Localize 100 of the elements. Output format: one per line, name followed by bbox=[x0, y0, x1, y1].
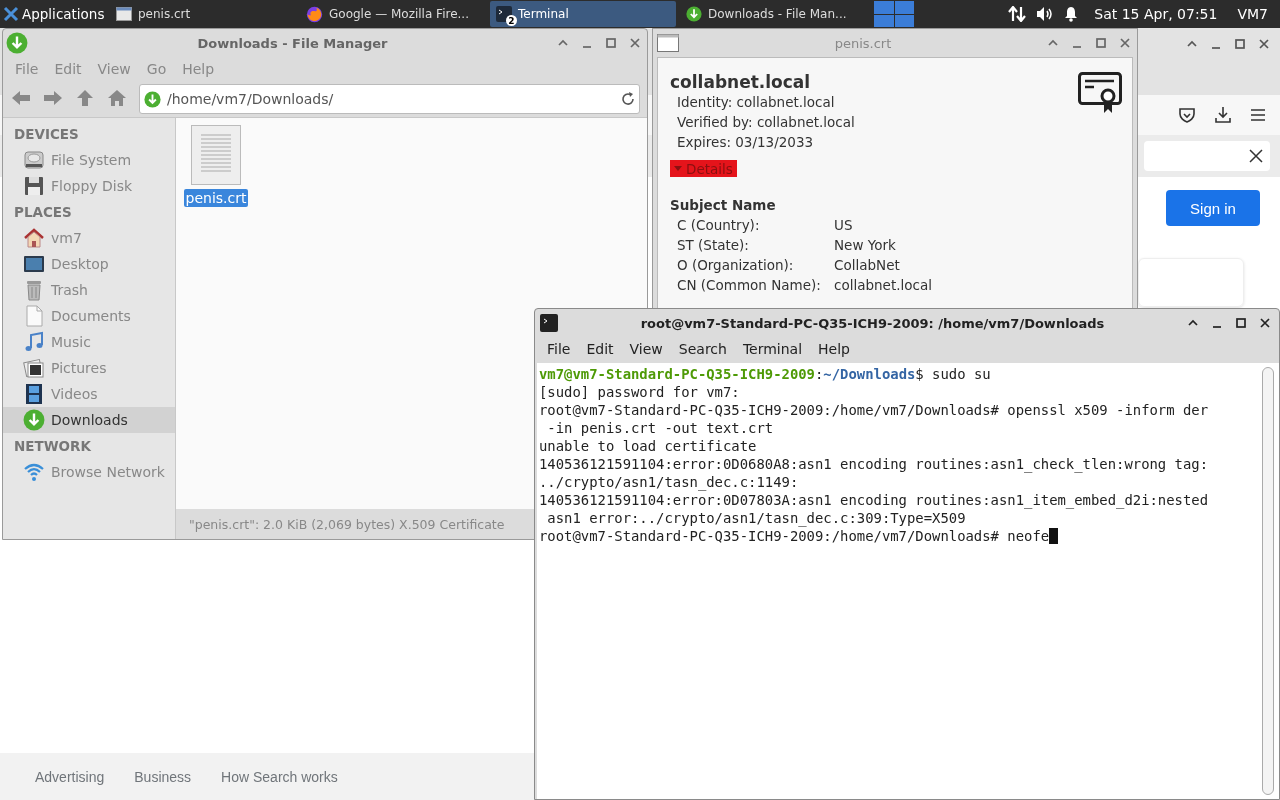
document-icon bbox=[23, 305, 45, 327]
home-icon bbox=[23, 227, 45, 249]
footer-link[interactable]: Advertising bbox=[35, 768, 105, 785]
field-label: ST (State): bbox=[677, 236, 750, 255]
terminal-icon bbox=[496, 6, 512, 22]
close-button[interactable] bbox=[1259, 317, 1271, 329]
applications-menu[interactable]: Applications bbox=[0, 0, 106, 28]
sidebar-item[interactable]: File System bbox=[3, 147, 175, 173]
menu-item[interactable]: File bbox=[7, 61, 47, 77]
sidebar-heading: DEVICES bbox=[13, 125, 80, 144]
menu-item[interactable]: File bbox=[539, 341, 579, 357]
certificate-name: collabnet.local bbox=[670, 72, 812, 92]
window-count-badge: 2 bbox=[506, 15, 517, 26]
certificate-field: Expires: 03/13/2033 bbox=[670, 132, 855, 152]
status-text: "penis.crt": 2.0 KiB (2,069 bytes) X.509 Certificate bbox=[189, 516, 505, 532]
reload-icon[interactable] bbox=[621, 92, 635, 106]
window-icon bbox=[116, 7, 132, 21]
menu-item[interactable]: Terminal bbox=[734, 341, 811, 357]
sidebar-item[interactable]: Trash bbox=[3, 277, 175, 303]
terminal-line: root@vm7-Standard-PC-Q35-ICH9-2009:/home/vm7/Downloads# neofe bbox=[539, 527, 1059, 545]
field-label: C (Country): bbox=[677, 216, 761, 235]
terminal-line: root@vm7-Standard-PC-Q35-ICH9-2009:/home/vm7/Downloads# openssl x509 -inform der bbox=[539, 401, 1209, 419]
sidebar-item[interactable]: Desktop bbox=[3, 251, 175, 277]
menu-item[interactable]: Help bbox=[174, 61, 223, 77]
menu-item[interactable]: Go bbox=[138, 61, 175, 77]
download-icon bbox=[6, 32, 28, 54]
maximize-button[interactable] bbox=[1234, 38, 1246, 50]
wifi-icon bbox=[23, 461, 45, 483]
file-name[interactable]: penis.crt bbox=[183, 189, 249, 207]
shield-icon[interactable] bbox=[1178, 106, 1196, 124]
menu-item[interactable]: Help bbox=[810, 341, 858, 357]
terminal-line: -in penis.crt -out text.crt bbox=[546, 419, 774, 437]
field-value: New York bbox=[834, 236, 897, 255]
certificate-field: Identity: collabnet.local bbox=[670, 92, 855, 112]
sidebar-item[interactable]: vm7 bbox=[3, 225, 175, 251]
terminal-line: [sudo] password for vm7: bbox=[539, 383, 740, 401]
sign-in-button[interactable]: Sign in bbox=[1166, 190, 1260, 226]
sidebar-item[interactable]: Floppy Disk bbox=[3, 173, 175, 199]
terminal-line: 140536121591104:error:0D0680A8:asn1 encoding routines:asn1_check_tlen:wrong tag: bbox=[539, 455, 1209, 473]
section-heading: Subject Name bbox=[670, 196, 777, 215]
terminal-line: asn1 error:../crypto/asn1/tasn_dec.c:309:Type=X509 bbox=[546, 509, 966, 527]
taskbar-button[interactable]: penis.crt bbox=[110, 1, 296, 27]
monitor-icon bbox=[23, 253, 45, 275]
menu-item[interactable]: Edit bbox=[46, 61, 90, 77]
sidebar-item[interactable]: Pictures bbox=[3, 355, 175, 381]
terminal-icon bbox=[540, 314, 558, 332]
network-icon[interactable] bbox=[1008, 6, 1027, 22]
footer-link[interactable]: How Search works bbox=[221, 768, 338, 785]
taskbar-button[interactable]: 2 Terminal bbox=[490, 1, 676, 27]
menu-item[interactable]: Edit bbox=[578, 341, 622, 357]
workspace-switcher[interactable] bbox=[874, 1, 914, 27]
sidebar-heading: NETWORK bbox=[13, 437, 92, 456]
certificate-field: Verified by: collabnet.local bbox=[670, 112, 855, 132]
clock[interactable]: Sat 15 Apr, 07:51 bbox=[1094, 6, 1218, 22]
download-icon[interactable] bbox=[1214, 106, 1232, 124]
window-title: Downloads - File Manager bbox=[196, 35, 389, 51]
sidebar-item[interactable]: Downloads bbox=[3, 407, 175, 433]
field-label: O (Organization): bbox=[677, 256, 795, 275]
terminal-line: ../crypto/asn1/tasn_dec.c:1149: bbox=[539, 473, 799, 491]
footer-link[interactable]: Business bbox=[134, 768, 192, 785]
menu-icon[interactable] bbox=[1250, 108, 1266, 122]
download-icon bbox=[23, 409, 45, 431]
window-title: root@vm7-Standard-PC-Q35-ICH9-2009: /home/vm7/Downloads bbox=[639, 315, 1106, 331]
field-value: US bbox=[834, 216, 854, 235]
scrollbar[interactable] bbox=[1262, 367, 1274, 795]
menu-item[interactable]: Search bbox=[670, 341, 735, 357]
menu-item[interactable]: View bbox=[89, 61, 139, 77]
film-icon bbox=[23, 383, 45, 405]
drive-icon bbox=[23, 149, 45, 171]
photo-icon bbox=[23, 357, 45, 379]
terminal-line: vm7@vm7-Standard-PC-Q35-ICH9-2009:~/Downloads$ sudo su bbox=[539, 365, 991, 383]
field-value: collabnet.local bbox=[834, 276, 933, 295]
field-label: CN (Common Name): bbox=[677, 276, 822, 295]
maximize-button[interactable] bbox=[1235, 317, 1247, 329]
volume-icon[interactable] bbox=[1036, 6, 1055, 22]
taskbar-button[interactable]: Downloads - File Man... bbox=[680, 1, 866, 27]
field-value: CollabNet bbox=[834, 256, 901, 275]
browser-icon bbox=[306, 5, 323, 23]
taskbar-button[interactable]: Google — Mozilla Fire... bbox=[300, 1, 486, 27]
download-icon bbox=[686, 6, 702, 22]
terminal-line: unable to load certificate bbox=[539, 437, 757, 455]
download-icon bbox=[144, 90, 161, 108]
music-note-icon bbox=[23, 331, 45, 353]
certificate-icon bbox=[1078, 72, 1122, 114]
location-field[interactable]: /home/vm7/Downloads/ bbox=[139, 84, 640, 114]
window-icon bbox=[657, 34, 679, 52]
close-button[interactable] bbox=[1258, 38, 1270, 50]
sidebar-item[interactable]: Browse Network bbox=[3, 459, 175, 485]
sidebar-item[interactable]: Documents bbox=[3, 303, 175, 329]
sidebar-heading: PLACES bbox=[13, 203, 73, 222]
sidebar-item[interactable]: Videos bbox=[3, 381, 175, 407]
close-icon[interactable] bbox=[1248, 148, 1264, 164]
search-field[interactable] bbox=[1144, 141, 1270, 171]
sidebar-item[interactable]: Music bbox=[3, 329, 175, 355]
app-menu-icon bbox=[3, 6, 19, 22]
user-name[interactable]: VM7 bbox=[1237, 6, 1268, 22]
bell-icon[interactable] bbox=[1064, 6, 1079, 22]
window-title: penis.crt bbox=[833, 35, 893, 51]
menu-item[interactable]: View bbox=[621, 341, 671, 357]
terminal-line: 140536121591104:error:0D07803A:asn1 encoding routines:asn1_item_embed_d2i:nested bbox=[539, 491, 1209, 509]
